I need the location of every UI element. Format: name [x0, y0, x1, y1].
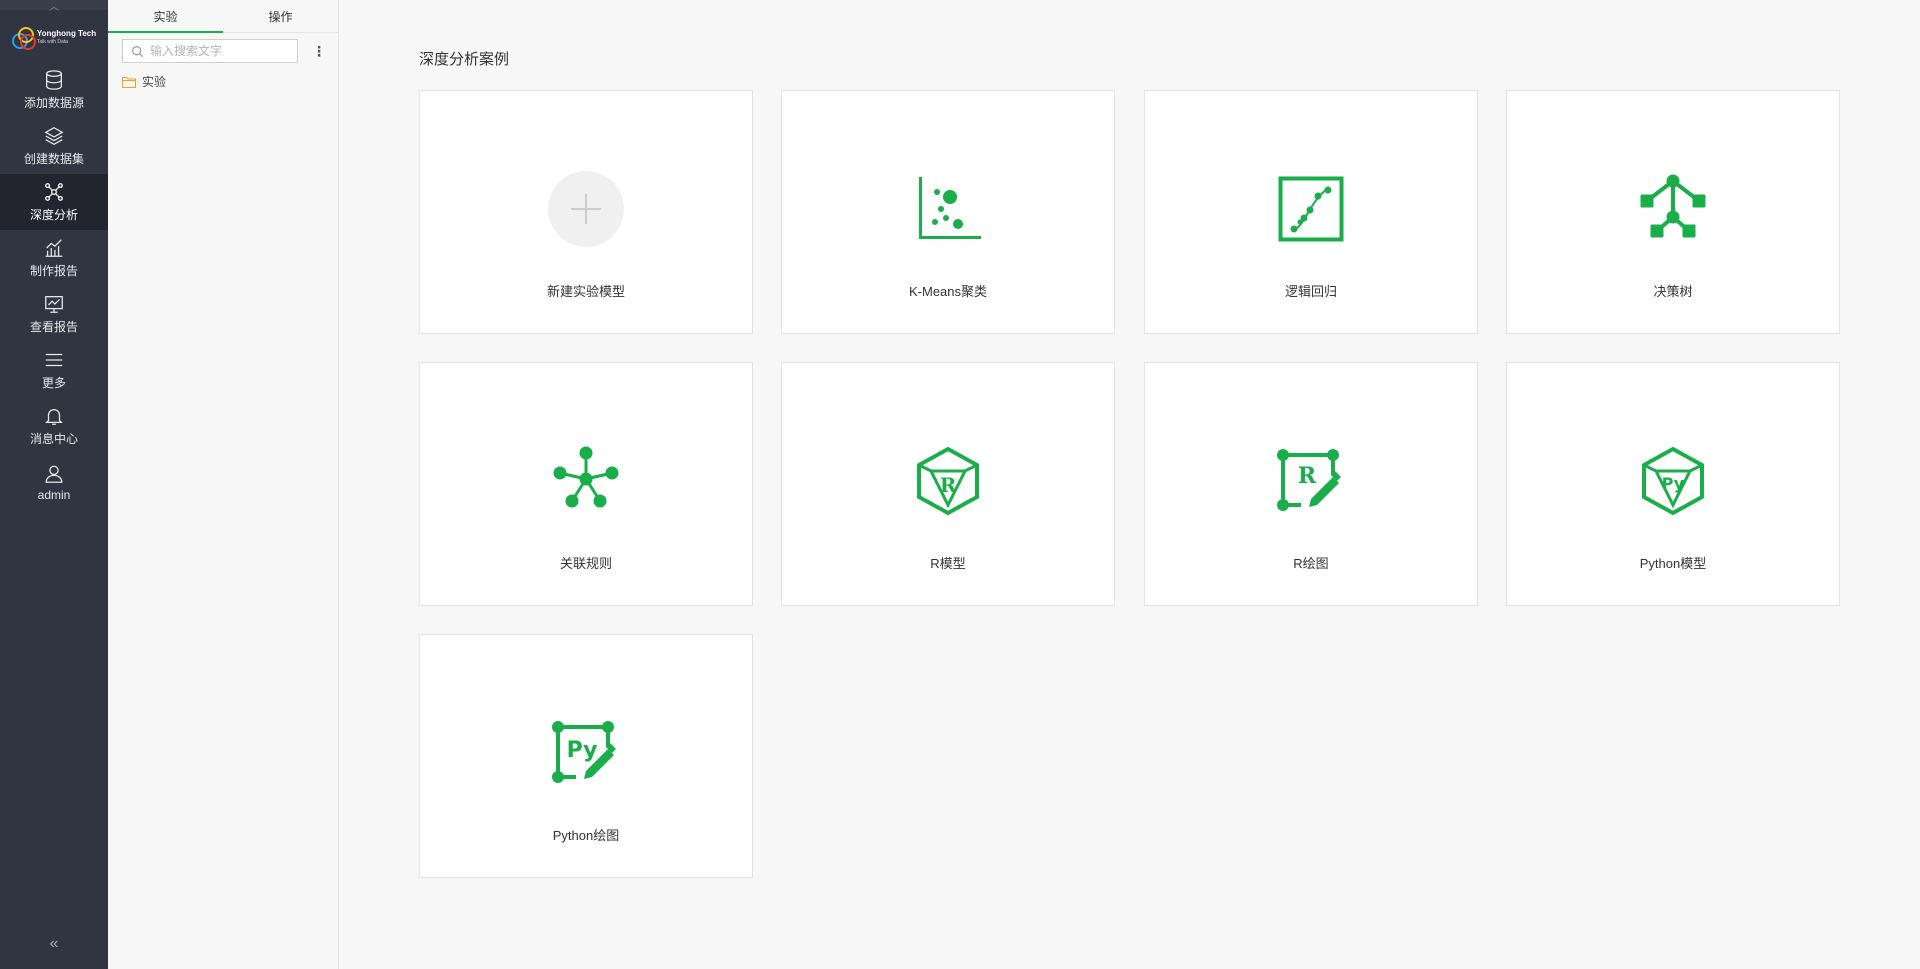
- nav-item-deep-analysis[interactable]: 深度分析: [0, 174, 108, 230]
- nav-item-view-report[interactable]: 查看报告: [0, 286, 108, 342]
- card-label: R绘图: [1293, 556, 1329, 571]
- user-icon: [45, 465, 63, 483]
- tab-experiment[interactable]: 实验: [108, 0, 223, 33]
- nav-label: 制作报告: [29, 264, 78, 278]
- layers-icon: [44, 127, 64, 145]
- python-model-icon: Py: [1642, 446, 1704, 516]
- tree-icon: [1640, 174, 1706, 238]
- nav-item-create-dataset[interactable]: 创建数据集: [0, 118, 108, 174]
- nav-label: 深度分析: [29, 208, 78, 222]
- bell-icon: [45, 409, 63, 425]
- card-label: R模型: [930, 556, 966, 571]
- card-label: Python模型: [1639, 556, 1707, 571]
- database-icon: [46, 70, 62, 90]
- nav-label: 创建数据集: [23, 152, 84, 166]
- collapse-up-icon[interactable]: ︿: [0, 0, 108, 13]
- association-icon: [553, 446, 619, 508]
- nav-label: 查看报告: [29, 320, 78, 334]
- card-label: 新建实验模型: [546, 284, 625, 299]
- menu-icon: [45, 353, 63, 367]
- search-box: [122, 39, 298, 63]
- experiment-panel: 实验 操作 ⋮ 实验: [108, 0, 339, 969]
- panel-tabs: 实验 操作: [108, 0, 338, 33]
- monitor-icon: [45, 296, 63, 313]
- nav-item-user[interactable]: admin: [0, 454, 108, 510]
- network-icon: [45, 183, 63, 201]
- tree-item-folder[interactable]: 实验: [122, 73, 338, 90]
- card-association-rules[interactable]: 关联规则: [419, 362, 753, 606]
- badge-text: R: [940, 473, 957, 497]
- r-model-icon: R: [917, 446, 979, 516]
- left-nav: ︿ Yonghong Tech Talk with Data 添加数据源 创建数…: [0, 0, 108, 969]
- card-label: 关联规则: [559, 556, 612, 571]
- section-title: 深度分析案例: [419, 51, 510, 68]
- card-python-plot[interactable]: Py Python绘图: [419, 634, 753, 878]
- more-options-icon[interactable]: ⋮: [312, 44, 326, 58]
- card-r-plot[interactable]: R R绘图: [1144, 362, 1478, 606]
- nav-item-add-datasource[interactable]: 添加数据源: [0, 62, 108, 118]
- python-plot-icon: Py: [552, 721, 616, 783]
- plus-icon: [548, 171, 624, 247]
- nav-label: 添加数据源: [23, 96, 84, 110]
- card-logistic-regression[interactable]: 逻辑回归: [1144, 90, 1478, 334]
- card-decision-tree[interactable]: 决策树: [1506, 90, 1840, 334]
- chart-icon: [45, 239, 63, 257]
- search-icon: [132, 45, 144, 57]
- logo[interactable]: Yonghong Tech Talk with Data: [0, 10, 108, 62]
- tab-operation[interactable]: 操作: [223, 0, 338, 32]
- card-label: Python绘图: [552, 828, 620, 843]
- card-r-model[interactable]: R R模型: [781, 362, 1115, 606]
- regression-icon: [1278, 176, 1344, 242]
- main-content: 深度分析案例 新建实验模型 K-Means聚类 逻辑回归 决策树 关联规则 R …: [339, 0, 1920, 969]
- nav-item-make-report[interactable]: 制作报告: [0, 230, 108, 286]
- tree-item-label: 实验: [142, 75, 167, 89]
- card-python-model[interactable]: Py Python模型: [1506, 362, 1840, 606]
- r-plot-icon: R: [1277, 449, 1341, 511]
- card-label: K-Means聚类: [908, 284, 988, 299]
- logo-icon: [11, 27, 36, 50]
- scatter-icon: [919, 177, 981, 239]
- card-kmeans[interactable]: K-Means聚类: [781, 90, 1115, 334]
- nav-item-messages[interactable]: 消息中心: [0, 398, 108, 454]
- nav-label: 更多: [41, 376, 66, 390]
- badge-text: Py: [567, 738, 598, 763]
- nav-label: admin: [37, 487, 71, 502]
- collapse-sidebar-icon[interactable]: «: [0, 935, 108, 953]
- card-label: 决策树: [1653, 284, 1693, 299]
- badge-text: Py: [1662, 474, 1685, 493]
- nav-item-more[interactable]: 更多: [0, 342, 108, 398]
- card-label: 逻辑回归: [1284, 284, 1337, 299]
- nav-label: 消息中心: [29, 432, 78, 446]
- badge-text: R: [1298, 463, 1317, 489]
- search-row: ⋮: [122, 39, 326, 63]
- logo-text: Yonghong Tech Talk with Data: [36, 29, 97, 45]
- folder-icon: [122, 76, 136, 88]
- search-input[interactable]: [150, 44, 290, 58]
- card-new-experiment[interactable]: 新建实验模型: [419, 90, 753, 334]
